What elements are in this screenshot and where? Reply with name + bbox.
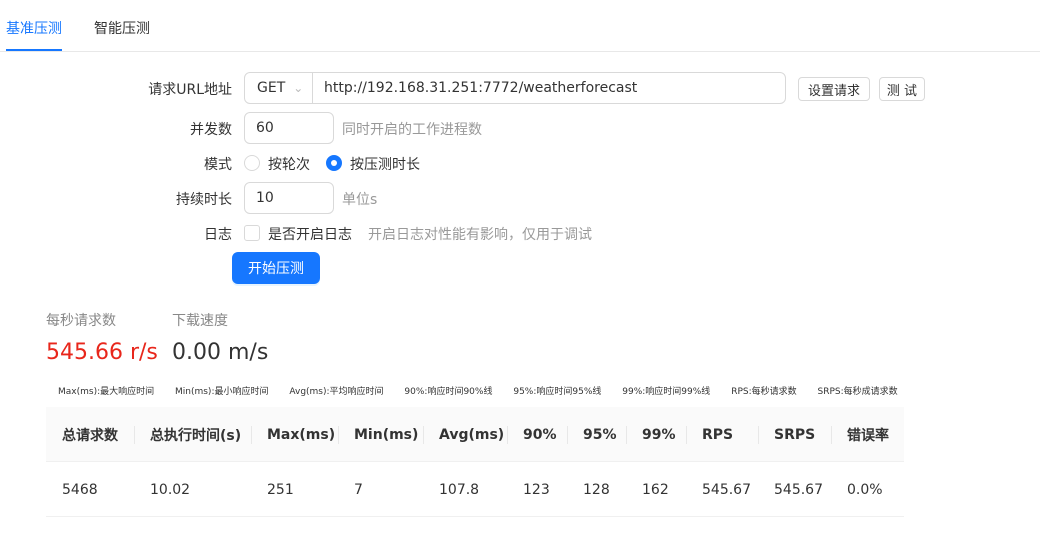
- concurrency-input[interactable]: 60: [244, 112, 334, 144]
- header-cell: 99%: [642, 426, 676, 443]
- legend-item: 99%:响应时间99%线: [622, 387, 711, 397]
- legend-item: RPS:每秒请求数: [731, 387, 797, 397]
- results-table: 总请求数 总执行时间(s) Max(ms) Min(ms) Avg(ms) 90…: [46, 407, 904, 517]
- table-cell-srps: 545.67: [774, 481, 823, 498]
- legend-item: Avg(ms):平均响应时间: [289, 387, 384, 397]
- speed-value: 0.00 m/s: [172, 340, 269, 365]
- settings-request-button[interactable]: 设置请求: [798, 77, 870, 101]
- mode-label: 模式: [204, 157, 232, 173]
- mode-label-duration: 按压测时长: [350, 157, 420, 173]
- table-cell-p99: 162: [642, 481, 669, 498]
- legend-item: 95%:响应时间95%线: [513, 387, 602, 397]
- header-cell: 总执行时间(s): [150, 427, 242, 444]
- log-checkbox-label: 是否开启日志: [268, 227, 352, 243]
- legend-item: SRPS:每秒成请求数: [817, 387, 898, 397]
- header-cell: Min(ms): [354, 426, 419, 443]
- table-cell-p95: 128: [583, 481, 610, 498]
- metrics-legend: Max(ms):最大响应时间 Min(ms):最小响应时间 Avg(ms):平均…: [58, 384, 898, 397]
- concurrency-label: 并发数: [190, 122, 232, 138]
- table-cell-rps: 545.67: [702, 481, 751, 498]
- method-select[interactable]: GET ⌄: [245, 73, 313, 103]
- legend-item: Min(ms):最小响应时间: [175, 387, 269, 397]
- legend-item: 90%:响应时间90%线: [404, 387, 493, 397]
- log-hint: 开启日志对性能有影响，仅用于调试: [368, 227, 592, 243]
- header-cell: RPS: [702, 426, 734, 443]
- method-value: GET: [257, 80, 286, 96]
- table-cell-error-rate: 0.0%: [847, 481, 883, 498]
- mode-radio-rounds[interactable]: [244, 155, 260, 171]
- table-cell-total-time: 10.02: [150, 481, 191, 498]
- table-row: 5468 10.02 251 7 107.8 123 128 162 545.6…: [46, 462, 904, 517]
- table-cell-min: 7: [354, 481, 363, 498]
- tab-smart[interactable]: 智能压测: [94, 18, 150, 38]
- speed-title: 下载速度: [172, 313, 228, 329]
- table-cell-p90: 123: [523, 481, 550, 498]
- mode-radio-duration[interactable]: [326, 155, 342, 171]
- rps-value: 545.66 r/s: [46, 340, 158, 365]
- url-input[interactable]: http://192.168.31.251:7772/weatherforeca…: [313, 73, 785, 103]
- header-cell: 总请求数: [62, 427, 118, 444]
- table-cell-total-requests: 5468: [62, 481, 98, 498]
- tab-benchmark[interactable]: 基准压测: [6, 18, 62, 38]
- rps-title: 每秒请求数: [46, 313, 116, 329]
- legend-item: Max(ms):最大响应时间: [58, 387, 155, 397]
- log-checkbox[interactable]: [244, 225, 260, 241]
- start-test-button[interactable]: 开始压测: [232, 252, 320, 284]
- duration-hint: 单位s: [342, 192, 378, 208]
- header-cell: 95%: [583, 426, 617, 443]
- mode-label-rounds: 按轮次: [268, 157, 310, 173]
- url-label: 请求URL地址: [148, 82, 232, 98]
- header-cell: Avg(ms): [439, 426, 505, 443]
- header-cell: SRPS: [774, 426, 816, 443]
- duration-input[interactable]: 10: [244, 182, 334, 214]
- duration-label: 持续时长: [176, 192, 232, 208]
- log-label: 日志: [204, 227, 232, 243]
- chevron-down-icon: ⌄: [293, 81, 304, 95]
- table-cell-max: 251: [267, 481, 294, 498]
- header-cell: 错误率: [847, 427, 889, 444]
- concurrency-hint: 同时开启的工作进程数: [342, 122, 482, 138]
- test-button[interactable]: 测 试: [879, 77, 925, 101]
- header-cell: 90%: [523, 426, 557, 443]
- active-tab-indicator: [6, 49, 62, 51]
- url-input-group: GET ⌄ http://192.168.31.251:7772/weather…: [244, 72, 786, 104]
- table-header: 总请求数 总执行时间(s) Max(ms) Min(ms) Avg(ms) 90…: [46, 407, 904, 462]
- tab-bar: 基准压测 智能压测: [0, 0, 1040, 52]
- header-cell: Max(ms): [267, 426, 336, 443]
- table-cell-avg: 107.8: [439, 481, 480, 498]
